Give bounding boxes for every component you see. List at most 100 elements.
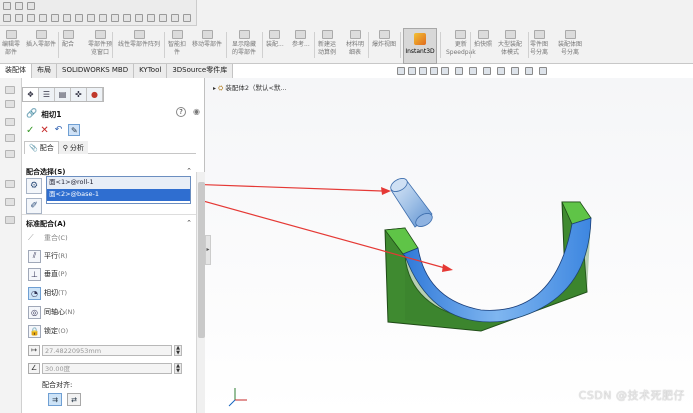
tool-icon[interactable] bbox=[99, 14, 107, 22]
chevron-up-icon[interactable]: ⌃ bbox=[186, 167, 192, 175]
property-manager-tab[interactable]: ☰ bbox=[39, 88, 55, 101]
dimxpert-tab[interactable]: ✜ bbox=[71, 88, 87, 101]
toolbar-button[interactable]: 零件图 号分离 bbox=[530, 30, 548, 62]
toolbar-button[interactable]: 大型装配 体模式 bbox=[498, 30, 522, 62]
edit-appearance-icon[interactable] bbox=[497, 67, 505, 75]
feature-manager-tab[interactable]: ❖ bbox=[23, 88, 39, 101]
help-icon[interactable]: ? bbox=[176, 107, 186, 117]
tool-icon[interactable] bbox=[5, 150, 15, 158]
selection-item[interactable]: 面<1>@roll-1 bbox=[47, 177, 190, 189]
previous-view-icon[interactable] bbox=[419, 67, 427, 75]
tool-icon[interactable] bbox=[171, 14, 179, 22]
tool-icon[interactable] bbox=[87, 14, 95, 22]
tool-icon[interactable] bbox=[5, 118, 15, 126]
tool-icon[interactable] bbox=[75, 14, 83, 22]
mate-tangent[interactable]: ◔ 相切 (T) bbox=[28, 285, 67, 301]
info-icon[interactable]: ◉ bbox=[193, 107, 200, 116]
tool-icon[interactable] bbox=[159, 14, 167, 22]
roll-part[interactable] bbox=[388, 176, 434, 230]
toolbar-button[interactable]: 参考... bbox=[292, 30, 310, 62]
angle-field[interactable]: 30.00度 bbox=[42, 363, 172, 374]
tool-icon[interactable] bbox=[5, 134, 15, 142]
toolbar-button[interactable]: 线性零部件阵列 bbox=[118, 30, 160, 62]
toolbar-button[interactable]: 零部件预 览窗口 bbox=[88, 30, 112, 62]
zoom-area-icon[interactable] bbox=[408, 67, 416, 75]
display-style-icon[interactable] bbox=[469, 67, 477, 75]
mate-parallel[interactable]: ⫽ 平行 (R) bbox=[28, 248, 68, 264]
scene-icon[interactable] bbox=[511, 67, 519, 75]
tool-icon[interactable] bbox=[15, 2, 23, 10]
zoom-fit-icon[interactable] bbox=[397, 67, 405, 75]
view-settings-icon[interactable] bbox=[525, 67, 533, 75]
ok-icon[interactable]: ✓ bbox=[26, 125, 34, 136]
tool-icon[interactable] bbox=[3, 14, 11, 22]
tool-icon[interactable] bbox=[5, 198, 15, 206]
toolbar-button[interactable]: 拍快照 bbox=[474, 30, 492, 62]
standard-mates-header[interactable]: 标准配合(A) bbox=[26, 219, 66, 229]
instant3d-button[interactable]: Instant3D bbox=[403, 28, 437, 64]
cancel-icon[interactable]: ✕ bbox=[40, 125, 48, 136]
display-manager-tab[interactable]: ● bbox=[87, 88, 103, 101]
section-view-icon[interactable] bbox=[430, 67, 438, 75]
tool-icon[interactable] bbox=[3, 2, 11, 10]
heads-up-toolbar bbox=[394, 66, 693, 78]
toolbar-button[interactable]: 配合 bbox=[62, 30, 74, 62]
tool-icon[interactable] bbox=[5, 100, 15, 108]
mate-lock[interactable]: 🔒 锁定 (O) bbox=[28, 323, 68, 339]
toolbar-button[interactable]: 智能扣 件 bbox=[168, 30, 186, 62]
toolbar-button[interactable]: 插入零部件 bbox=[26, 30, 56, 62]
tab-3dsource[interactable]: 3DSource零件库 bbox=[167, 64, 234, 78]
selection-item[interactable]: 面<2>@base-1 bbox=[47, 189, 190, 201]
chevron-up-icon[interactable]: ⌃ bbox=[186, 219, 192, 227]
toolbar-button[interactable]: 爆炸视图 bbox=[372, 30, 396, 62]
aligned-icon[interactable]: ⇉ bbox=[48, 393, 62, 406]
toolbar-button[interactable]: 编辑零 部件 bbox=[2, 30, 20, 62]
pm-scrollbar[interactable] bbox=[196, 172, 205, 413]
tool-icon[interactable] bbox=[183, 14, 191, 22]
tab-mates[interactable]: 📎 配合 bbox=[24, 141, 59, 154]
toolbar-button[interactable]: 材料明 细表 bbox=[346, 30, 364, 62]
tab-assembly[interactable]: 装配体 bbox=[0, 64, 32, 78]
tool-icon[interactable] bbox=[5, 86, 15, 94]
scroll-thumb[interactable] bbox=[198, 182, 205, 338]
tool-icon[interactable] bbox=[27, 14, 35, 22]
toolbar-button[interactable]: 移动零部件 bbox=[192, 30, 222, 62]
toolbar-button[interactable]: 新建运 动算例 bbox=[318, 30, 336, 62]
configuration-manager-tab[interactable]: ▤ bbox=[55, 88, 71, 101]
toolbar-button[interactable]: 装配体图 号分离 bbox=[558, 30, 582, 62]
tool-icon[interactable] bbox=[27, 2, 35, 10]
undo-icon[interactable]: ↶ bbox=[55, 125, 63, 135]
angle-stepper[interactable]: ▲ ▼ bbox=[174, 363, 182, 374]
toolbar-button[interactable]: 装配... bbox=[266, 30, 284, 62]
pin-icon[interactable]: ✎ bbox=[68, 124, 81, 136]
view-orientation-icon[interactable] bbox=[455, 67, 463, 75]
tool-icon[interactable] bbox=[147, 14, 155, 22]
toolbar-button[interactable]: 更新 Speedpak bbox=[446, 30, 476, 62]
tool-icon[interactable] bbox=[63, 14, 71, 22]
tool-icon[interactable] bbox=[5, 216, 15, 224]
monitor-icon[interactable] bbox=[539, 67, 547, 75]
tool-icon[interactable] bbox=[15, 14, 23, 22]
tool-icon[interactable] bbox=[5, 180, 15, 188]
anti-aligned-icon[interactable]: ⇄ bbox=[67, 393, 81, 406]
tab-kytool[interactable]: KYTool bbox=[134, 64, 168, 78]
filter-icon[interactable]: ✐ bbox=[26, 198, 42, 214]
mate-concentric[interactable]: ◎ 同轴心 (N) bbox=[28, 304, 75, 320]
tab-analysis[interactable]: ⚲ 分析 bbox=[58, 141, 88, 154]
distance-field[interactable]: 27.48220953mm bbox=[42, 345, 172, 356]
tool-icon[interactable] bbox=[135, 14, 143, 22]
dynamic-annotation-icon[interactable] bbox=[441, 67, 449, 75]
toolbar-button[interactable]: 显示隐藏 的零部件 bbox=[232, 30, 256, 62]
model-scene[interactable] bbox=[205, 78, 693, 413]
tool-icon[interactable] bbox=[111, 14, 119, 22]
distance-stepper[interactable]: ▲ ▼ bbox=[174, 345, 182, 356]
mate-perpendicular[interactable]: ⊥ 垂直 (P) bbox=[28, 266, 67, 282]
tab-layout[interactable]: 布局 bbox=[32, 64, 57, 78]
mate-selections-list[interactable]: 面<1>@roll-1 面<2>@base-1 bbox=[46, 176, 191, 204]
tool-icon[interactable] bbox=[51, 14, 59, 22]
tab-mbd[interactable]: SOLIDWORKS MBD bbox=[57, 64, 135, 78]
hide-show-icon[interactable] bbox=[483, 67, 491, 75]
mate-coincident[interactable]: ⟋ 重合 (C) bbox=[28, 230, 68, 246]
tool-icon[interactable] bbox=[123, 14, 131, 22]
tool-icon[interactable] bbox=[39, 14, 47, 22]
